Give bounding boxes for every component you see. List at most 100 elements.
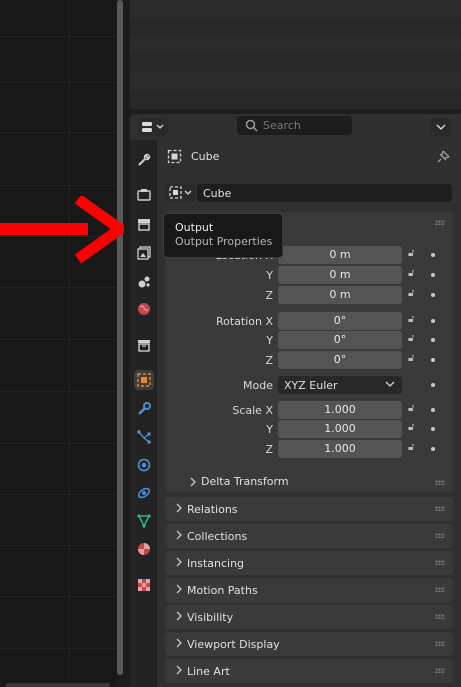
lock-rotation-z-icon[interactable]: 🔓︎	[408, 353, 422, 367]
tab-tool[interactable]	[134, 150, 154, 170]
location-z-label: Z	[265, 289, 273, 302]
lock-rotation-x-icon[interactable]: 🔓︎	[408, 314, 422, 328]
rotation-z-label: Z	[265, 354, 273, 367]
keyframe-dot-icon[interactable]	[431, 293, 435, 297]
tab-scene[interactable]	[134, 271, 154, 291]
options-dropdown-button[interactable]	[431, 118, 451, 136]
outliner-row[interactable]	[130, 36, 461, 54]
outliner-row[interactable]	[130, 0, 461, 18]
panel-drag-handle[interactable]	[435, 587, 445, 592]
location-x-field[interactable]: 0 m	[278, 246, 402, 264]
rotation-z-field[interactable]: 0°	[278, 351, 402, 369]
keyframe-dot-icon[interactable]	[431, 338, 435, 342]
panel-drag-handle[interactable]	[435, 641, 445, 646]
chevron-right-icon	[176, 584, 182, 594]
tab-output[interactable]	[134, 214, 154, 234]
viewport-display-panel[interactable]: Viewport Display	[165, 632, 453, 656]
chevron-right-icon	[176, 530, 182, 540]
tab-particles[interactable]	[134, 427, 154, 447]
object-browse-button[interactable]	[165, 184, 196, 202]
tab-collection[interactable]	[134, 335, 154, 355]
lock-location-y-icon[interactable]: 🔓︎	[408, 268, 422, 282]
outliner-row[interactable]	[130, 54, 461, 72]
keyframe-dot-icon[interactable]	[431, 427, 435, 431]
keyframe-dot-icon[interactable]	[431, 408, 435, 412]
panel-drag-handle[interactable]	[435, 220, 445, 225]
instancing-panel[interactable]: Instancing	[165, 551, 453, 575]
panel-drag-handle[interactable]	[435, 668, 445, 673]
viewport-area[interactable]	[0, 0, 116, 687]
tab-physics[interactable]	[134, 455, 154, 475]
lock-rotation-y-icon[interactable]: 🔓︎	[408, 333, 422, 347]
lock-location-z-icon[interactable]: 🔓︎	[408, 288, 422, 302]
rotation-x-field[interactable]: 0°	[278, 312, 402, 330]
tooltip-title: Output	[175, 221, 214, 234]
panel-drag-handle[interactable]	[435, 614, 445, 619]
outliner-area[interactable]	[130, 0, 461, 109]
tab-world[interactable]	[134, 299, 154, 319]
editor-type-button[interactable]	[138, 118, 168, 136]
rotation-mode-label: Mode	[243, 379, 273, 392]
texture-icon	[138, 579, 150, 591]
scale-x-label: Scale X	[232, 404, 273, 417]
viewport-grid-line	[69, 0, 70, 687]
scale-z-field[interactable]: 1.000	[278, 440, 402, 458]
keyframe-dot-icon[interactable]	[431, 447, 435, 451]
rotation-y-field[interactable]: 0°	[278, 331, 402, 349]
lock-location-x-icon[interactable]: 🔓︎	[408, 248, 422, 262]
panel-drag-handle[interactable]	[435, 506, 445, 511]
viewport-grid-line	[0, 443, 116, 444]
keyframe-dot-icon[interactable]	[431, 383, 435, 387]
tab-view-layer[interactable]	[134, 243, 154, 263]
tooltip-description: Output Properties	[175, 235, 273, 248]
panel-drag-handle[interactable]	[435, 480, 445, 485]
tab-data[interactable]	[134, 511, 154, 531]
keyframe-dot-icon[interactable]	[431, 358, 435, 362]
viewport-grid-line	[0, 648, 116, 649]
chevron-right-icon	[176, 611, 182, 621]
tab-texture[interactable]	[134, 575, 154, 595]
lock-scale-z-icon[interactable]: 🔓︎	[408, 442, 422, 456]
object-icon	[167, 149, 182, 164]
area-divider-scrollbar[interactable]	[117, 0, 123, 675]
panel-drag-handle[interactable]	[435, 560, 445, 565]
location-y-field[interactable]: 0 m	[278, 266, 402, 284]
tab-material[interactable]	[134, 539, 154, 559]
line-art-panel[interactable]: Line Art	[165, 659, 453, 683]
relations-panel[interactable]: Relations	[165, 497, 453, 521]
viewport-grid-line	[0, 391, 116, 392]
panel-drag-handle[interactable]	[435, 533, 445, 538]
outliner-row[interactable]	[130, 18, 461, 36]
outliner-row[interactable]	[130, 72, 461, 90]
scale-y-field[interactable]: 1.000	[278, 420, 402, 438]
viewport-grid-line	[0, 287, 116, 288]
visibility-panel[interactable]: Visibility	[165, 605, 453, 629]
keyframe-dot-icon[interactable]	[431, 273, 435, 277]
object-name-field[interactable]: Cube	[197, 184, 452, 202]
tab-modifier[interactable]	[134, 399, 154, 419]
lock-scale-x-icon[interactable]: 🔓︎	[408, 403, 422, 417]
pin-icon[interactable]	[437, 149, 451, 163]
tab-constraints[interactable]	[134, 483, 154, 503]
keyframe-dot-icon[interactable]	[431, 253, 435, 257]
motion-paths-panel[interactable]: Motion Paths	[165, 578, 453, 602]
scene-icon	[138, 276, 150, 288]
collections-panel[interactable]: Collections	[165, 524, 453, 548]
chevron-right-icon	[176, 665, 182, 675]
chevron-down-icon	[385, 381, 395, 387]
tab-object[interactable]	[134, 370, 154, 390]
rotation-mode-select[interactable]: XYZ Euler	[278, 376, 402, 394]
modifier-icon	[138, 402, 151, 415]
delta-transform-subpanel[interactable]: Delta Transform	[165, 471, 453, 493]
scale-x-field[interactable]: 1.000	[278, 401, 402, 419]
horizontal-scrollbar[interactable]	[6, 683, 110, 687]
lock-scale-y-icon[interactable]: 🔓︎	[408, 422, 422, 436]
search-input[interactable]: Search	[237, 116, 352, 135]
keyframe-dot-icon[interactable]	[431, 319, 435, 323]
visibility-label: Visibility	[187, 611, 234, 624]
search-icon	[245, 119, 258, 132]
tab-render[interactable]	[134, 185, 154, 205]
location-z-field[interactable]: 0 m	[278, 286, 402, 304]
scale-z-label: Z	[265, 443, 273, 456]
outliner-row[interactable]	[130, 90, 461, 108]
